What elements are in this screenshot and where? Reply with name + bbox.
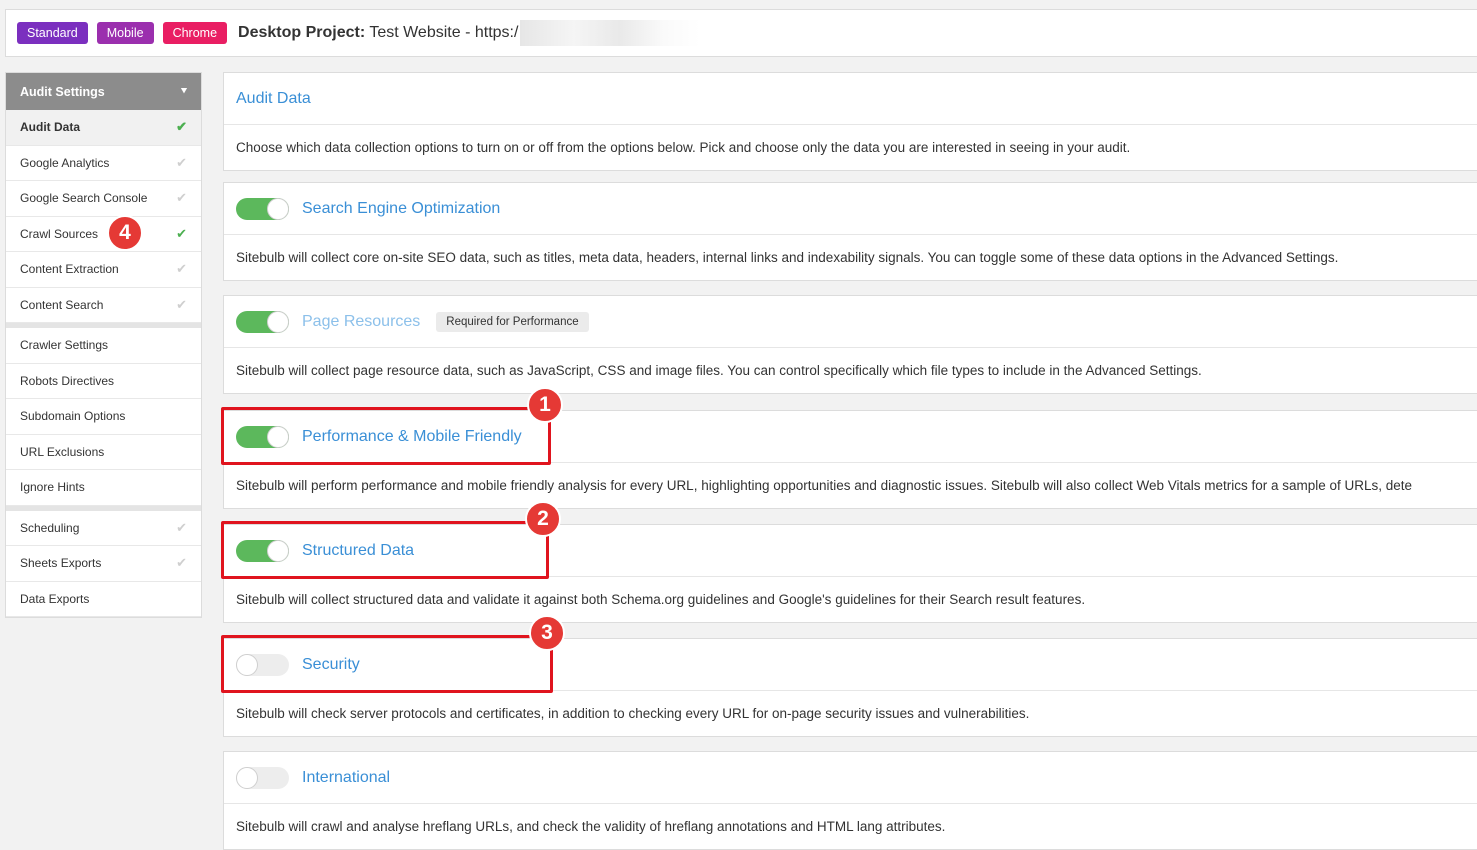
checkmark-icon: ✔ [176, 119, 187, 135]
card-description: Sitebulb will collect structured data an… [236, 592, 1086, 607]
step-badge-3: 3 [529, 615, 565, 651]
card-description: Sitebulb will check server protocols and… [236, 706, 1030, 721]
sidebar-item-label: Scheduling [20, 520, 80, 535]
sidebar-title: Audit Settings [20, 84, 105, 99]
sidebar-item-subdomain-options[interactable]: Subdomain Options [6, 399, 201, 435]
toggle-search-engine-optimization[interactable] [236, 197, 289, 220]
card-header: Page Resources Required for Performance [224, 296, 1477, 348]
required-tag: Required for Performance [436, 311, 589, 332]
sidebar: Audit Settings ⯆ Audit Data ✔ Google Analy… [5, 72, 202, 618]
card-header: Search Engine Optimization [224, 183, 1477, 235]
project-header: Standard Mobile Chrome Desktop Project: … [5, 9, 1477, 57]
sidebar-item-label: Ignore Hints [20, 480, 85, 495]
checkmark-icon: ✔ [176, 296, 187, 312]
sidebar-item-crawler-settings[interactable]: Crawler Settings [6, 328, 201, 364]
option-title-security: Security [302, 655, 360, 673]
sidebar-item-scheduling[interactable]: Scheduling ✔ [6, 511, 201, 546]
card-description: Sitebulb will collect core on-site SEO d… [236, 250, 1339, 265]
pill-chrome[interactable]: Chrome [162, 22, 228, 44]
project-title: Desktop Project: Test Website - https:/ [238, 24, 518, 42]
sidebar-item-label: Subdomain Options [20, 409, 126, 424]
card-description: Choose which data collection options to … [236, 140, 1131, 155]
checkmark-icon: ✔ [176, 261, 187, 277]
option-card-search-engine-optimization: Search Engine Optimization Sitebulb will … [223, 182, 1477, 281]
toggle-knob [236, 653, 258, 676]
pill-mobile[interactable]: Mobile [96, 22, 154, 44]
toggle-knob [267, 197, 289, 220]
sidebar-item-label: Data Exports [20, 591, 90, 606]
project-name: Test Website - https:/ [369, 24, 519, 41]
toggle-security[interactable] [236, 653, 289, 676]
option-card-security: Security Sitebulb will check server proto… [223, 638, 1477, 737]
sidebar-item-google-search-console[interactable]: Google Search Console ✔ [6, 181, 201, 217]
sidebar-item-label: Google Analytics [20, 155, 110, 170]
card-header: Security [224, 639, 1477, 691]
option-card-performance-and-mobile-friendly: Performance & Mobile Friendly Sitebulb wi… [223, 410, 1477, 509]
checkmark-icon: ✔ [176, 154, 187, 170]
card-description: Sitebulb will perform performance and mo… [236, 478, 1413, 493]
checkmark-icon: ✔ [176, 225, 187, 241]
option-card-international: International Sitebulb will crawl and ana… [223, 751, 1477, 850]
card-header: International [224, 752, 1477, 804]
sidebar-item-content-search[interactable]: Content Search ✔ [6, 288, 201, 323]
sidebar-item-robots-directives[interactable]: Robots Directives [6, 364, 201, 399]
option-title-performance-and-mobile-friendly: Performance & Mobile Friendly [302, 427, 522, 445]
toggle-international[interactable] [236, 766, 289, 789]
toggle-knob [236, 766, 258, 789]
toggle-page-resources[interactable] [236, 310, 289, 333]
sidebar-item-label: Content Search [20, 297, 104, 312]
sidebar-item-label: Google Search Console [20, 191, 148, 206]
redacted-url [520, 20, 701, 46]
checkmark-icon: ✔ [176, 519, 187, 535]
toggle-knob [267, 539, 289, 562]
sidebar-item-label: Sheets Exports [20, 556, 102, 571]
toggle-performance-and-mobile-friendly[interactable] [236, 425, 289, 448]
option-card-page-resources: Page Resources Required for Performance Si… [223, 295, 1477, 394]
sidebar-item-label: Content Extraction [20, 262, 119, 277]
sidebar-item-data-exports[interactable]: Data Exports [6, 582, 201, 617]
checkmark-icon: ✔ [176, 555, 187, 571]
step-badge-4: 4 [107, 214, 143, 251]
sidebar-item-label: URL Exclusions [20, 444, 105, 459]
sidebar-item-label: Robots Directives [20, 373, 115, 388]
sidebar-item-label: Crawl Sources [20, 226, 99, 241]
sidebar-item-google-analytics[interactable]: Google Analytics ✔ [6, 146, 201, 181]
sidebar-item-label: Crawler Settings [20, 338, 109, 353]
card-description: Sitebulb will collect page resource data… [236, 363, 1202, 378]
option-title-structured-data: Structured Data [302, 541, 415, 559]
step-badge-1: 1 [527, 387, 563, 423]
sidebar-item-url-exclusions[interactable]: URL Exclusions [6, 435, 201, 470]
page-title: Audit Data [236, 89, 311, 107]
option-title-search-engine-optimization: Search Engine Optimization [302, 199, 501, 217]
sidebar-item-audit-data[interactable]: Audit Data ✔ [6, 110, 201, 146]
option-title-page-resources: Page Resources [302, 312, 421, 330]
toggle-structured-data[interactable] [236, 539, 289, 562]
pill-standard[interactable]: Standard [17, 22, 88, 44]
chevron-double-down-icon[interactable]: ⯆ [180, 86, 188, 97]
card-header: Audit Data [224, 73, 1477, 125]
sidebar-item-sheets-exports[interactable]: Sheets Exports ✔ [6, 546, 201, 582]
checkmark-icon: ✔ [176, 190, 187, 206]
card-header: Structured Data [224, 525, 1477, 577]
sidebar-item-crawl-sources[interactable]: Crawl Sources ✔ 4 [6, 214, 201, 252]
sidebar-item-ignore-hints[interactable]: Ignore Hints [6, 470, 201, 506]
sidebar-item-label: Audit Data [20, 120, 80, 135]
project-prefix: Desktop Project: [238, 24, 366, 41]
sidebar-item-content-extraction[interactable]: Content Extraction ✔ [6, 252, 201, 288]
sidebar-header[interactable]: Audit Settings ⯆ [6, 73, 201, 110]
card-description: Sitebulb will crawl and analyse hreflang… [236, 819, 946, 834]
option-card-structured-data: Structured Data Sitebulb will collect str… [223, 524, 1477, 623]
audit-data-intro-card: Audit Data Choose which data collection o… [223, 72, 1477, 171]
option-title-international: International [302, 768, 391, 786]
card-header: Performance & Mobile Friendly [224, 411, 1477, 463]
toggle-knob [267, 425, 289, 448]
toggle-knob [267, 310, 289, 333]
step-badge-2: 2 [525, 501, 561, 537]
